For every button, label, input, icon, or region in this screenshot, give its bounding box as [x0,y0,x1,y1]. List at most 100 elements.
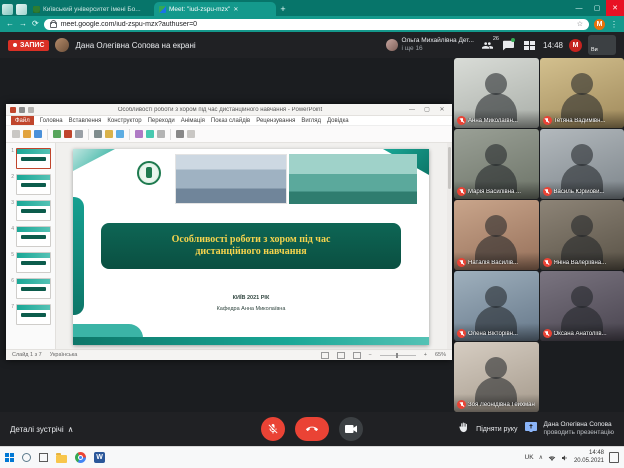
address-bar[interactable]: meet.google.com/iud-zspu-mzx?authuser=0 … [44,19,589,30]
self-view-tile[interactable]: Ви [588,35,616,55]
chrome-icon[interactable] [75,452,86,463]
camera-toggle-button[interactable] [339,417,363,441]
pinned-tab-icon[interactable] [16,4,27,15]
self-view-label: Ви [591,47,598,53]
slide-thumbnail[interactable]: 4 [9,226,52,247]
clock-date[interactable]: 14:48 20.05.2021 [574,450,604,464]
ppt-tab-transitions[interactable]: Переходи [148,118,175,124]
participant-tile[interactable]: Тетяна Вадимівн... [540,58,624,128]
new-tab-button[interactable]: + [276,4,290,14]
ppt-maximize-button[interactable]: ▢ [421,106,433,113]
participant-tile[interactable]: Наталія Василів... [454,200,539,270]
ppt-tab-review[interactable]: Рецензування [256,118,295,124]
maximize-button[interactable]: ▢ [588,0,606,16]
minimize-button[interactable]: — [570,0,588,16]
participant-tile[interactable]: Анна Миколаївн... [454,58,539,128]
people-icon[interactable]: 26 [480,38,495,52]
participant-tile[interactable]: Яніна Валеріївна... [540,200,624,270]
slideshow-view-icon[interactable] [353,352,361,359]
normal-view-icon[interactable] [321,352,329,359]
ppt-tab-animations[interactable]: Анімація [181,118,205,124]
hangup-button[interactable] [295,417,329,441]
participant-name: Марія Василівна ... [468,189,521,195]
volume-icon[interactable] [561,454,569,462]
raise-hand-label[interactable]: Підняти руку [476,426,517,433]
presenting-status: Дана Олегівна Сопова проводить презентац… [544,421,614,438]
ppt-tab-slideshow[interactable]: Показ слайдів [211,118,250,124]
slide-count-status: Слайд 1 з 7 [12,352,42,358]
participant-name: Оксана Анатоліїв... [554,331,607,337]
slide-thumbnail[interactable]: 3 [9,200,52,221]
slide-thumbnail[interactable]: 1 [9,148,52,169]
tray-expand-icon[interactable]: ∧ [539,454,543,461]
ppt-minimize-button[interactable]: — [406,107,418,113]
browser-menu-icon[interactable]: ⋮ [610,20,618,29]
tab-close-icon[interactable]: ✕ [233,6,238,13]
presenting-name: Дана Олегівна Сопова [544,421,614,429]
word-icon[interactable]: W [94,452,105,463]
chat-icon[interactable] [501,38,516,52]
start-button-icon[interactable] [5,453,14,462]
undo-icon[interactable] [28,107,34,113]
slide-subtext-1: КИЇВ 2021 РІК [73,295,429,301]
ppt-tab-home[interactable]: Головна [40,118,63,124]
browser-profile-avatar[interactable]: M [594,19,605,30]
ppt-canvas[interactable]: Особливості роботи з хором під час диста… [56,143,452,349]
participant-video [571,215,593,237]
ppt-scrollbar[interactable] [447,143,452,349]
participant-video [485,286,507,308]
slide-photo-campus [289,154,417,204]
ppt-tab-file[interactable]: Файл [11,116,34,125]
participant-tile[interactable]: Василь Юрійови... [540,129,624,199]
ppt-close-button[interactable]: ✕ [436,106,448,113]
zoom-out-icon[interactable]: − [369,352,372,358]
account-avatar[interactable]: М [569,39,582,52]
action-center-icon[interactable] [609,452,619,463]
ppt-ribbon-toolbar[interactable] [6,126,452,143]
ppt-slide-panel[interactable]: 1 2 3 4 5 6 7 [6,143,56,349]
file-explorer-icon[interactable] [56,455,67,463]
layout-grid-icon[interactable] [522,38,537,52]
save-icon[interactable] [19,107,25,113]
ppt-tab-help[interactable]: Довідка [327,118,349,124]
slide-number: 7 [9,304,14,310]
participant-name: Анна Миколаївн... [468,118,518,124]
ppt-window-title: Особливості роботи з хором під час диста… [37,107,403,113]
roster-avatar [386,39,398,51]
participants-roster[interactable]: Ольга Михайлівна Дет... і ще 16 [386,37,474,53]
slide-thumbnail[interactable]: 5 [9,252,52,273]
tab-university[interactable]: Київський університет імені Бо... [28,2,154,16]
slide-thumbnail[interactable]: 2 [9,174,52,195]
ppt-tab-view[interactable]: Вигляд [301,118,321,124]
zoom-in-icon[interactable]: + [424,352,427,358]
ppt-titlebar[interactable]: Особливості роботи з хором під час диста… [6,104,452,116]
reload-icon[interactable]: ⟳ [32,20,39,28]
language-status[interactable]: Українська [50,352,78,358]
zoom-level[interactable]: 65% [435,352,446,358]
tab-meet[interactable]: Meet: "iud-zspu-mzx" ✕ [154,2,276,16]
participant-tile[interactable]: Оксана Анатоліїв... [540,271,624,341]
forward-icon[interactable]: → [19,20,27,28]
pinned-tab-icon[interactable] [2,4,13,15]
meeting-details-button[interactable]: Деталі зустрічі ∧ [10,425,73,434]
language-indicator[interactable]: UK [525,454,534,461]
slide-thumb-preview [16,252,51,273]
slide-thumbnail[interactable]: 6 [9,278,52,299]
participant-tile[interactable]: Марія Василівна ... [454,129,539,199]
slide-thumbnail[interactable]: 7 [9,304,52,325]
participant-tile[interactable]: Зоя Леонідівна Гейхман [454,342,539,412]
close-button[interactable]: ✕ [606,0,624,16]
meeting-details-label: Деталі зустрічі [10,425,64,434]
ppt-tab-design[interactable]: Конструктор [107,118,141,124]
network-icon[interactable] [548,454,556,462]
bookmark-star-icon[interactable]: ☆ [577,20,583,28]
zoom-slider[interactable] [380,355,416,356]
sorter-view-icon[interactable] [337,352,345,359]
mic-toggle-button[interactable] [261,417,285,441]
raise-hand-icon[interactable] [458,420,469,438]
ppt-tab-insert[interactable]: Вставлення [69,118,102,124]
back-icon[interactable]: ← [6,20,14,28]
task-view-icon[interactable] [39,453,48,462]
search-icon[interactable] [22,453,31,462]
participant-tile[interactable]: Олена Вікторівн... [454,271,539,341]
